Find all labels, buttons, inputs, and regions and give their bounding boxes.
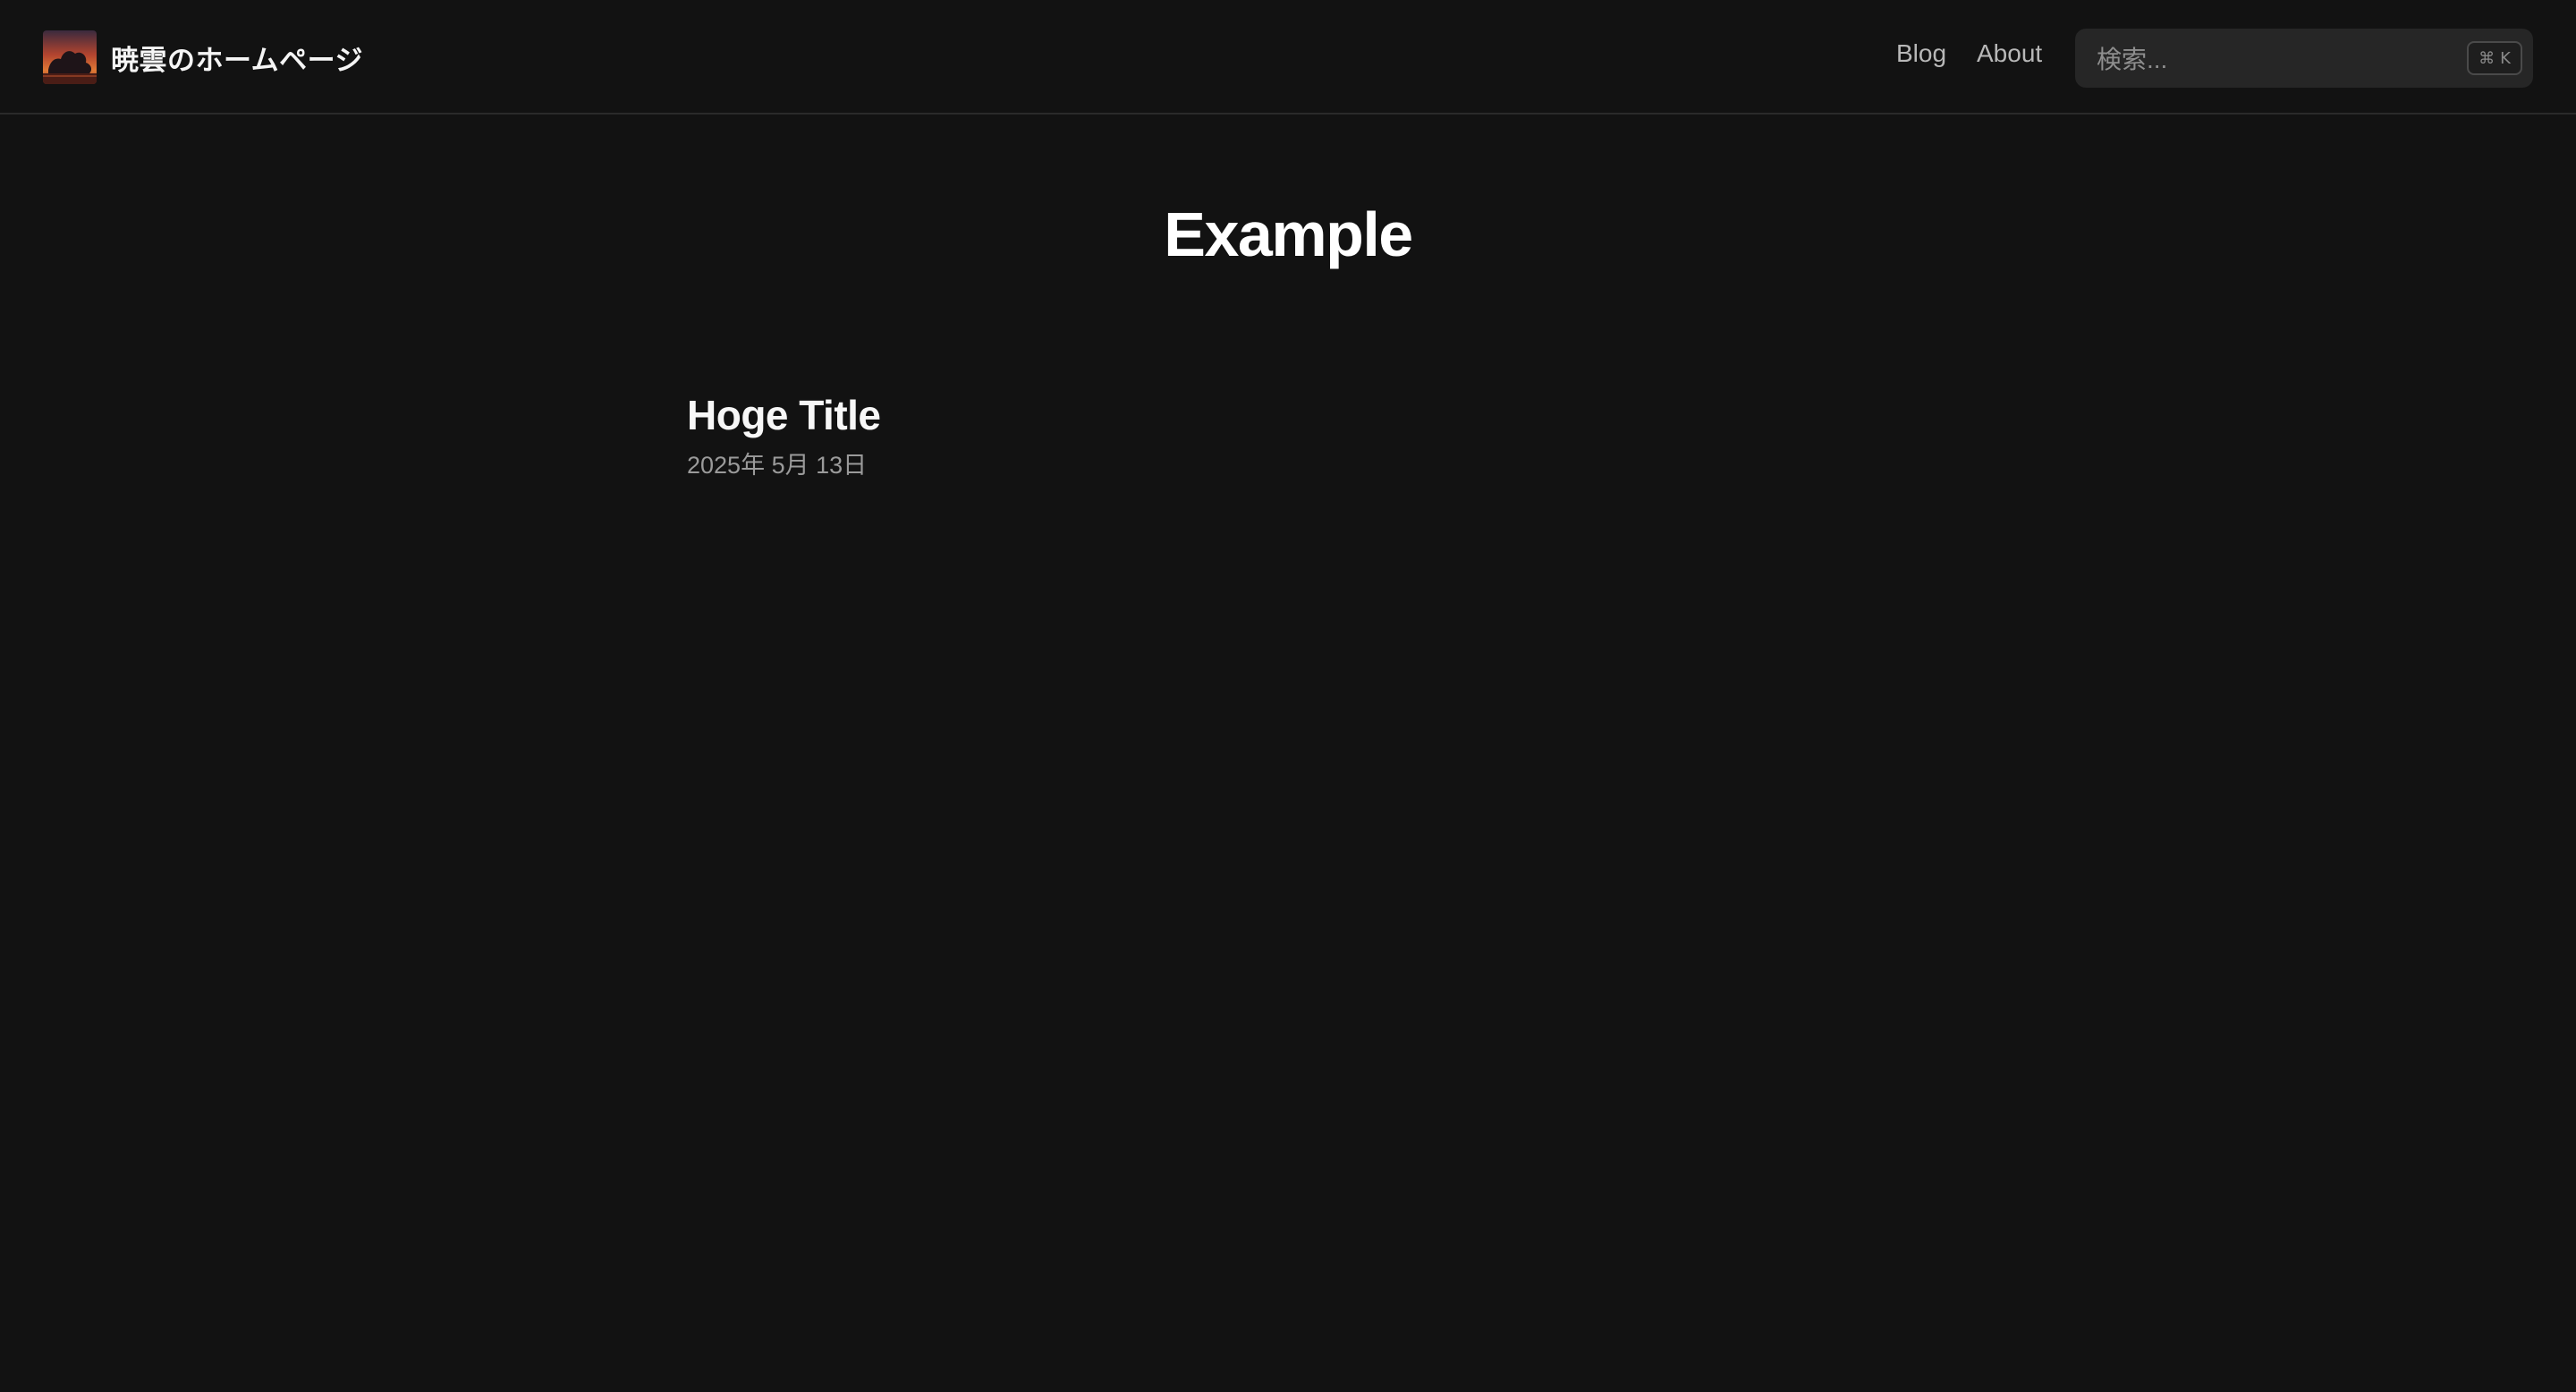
post-date: 2025年 5月 13日: [687, 452, 868, 479]
post-title[interactable]: Hoge Title: [687, 388, 1889, 442]
keyboard-shortcut-badge: ⌘ K: [2467, 41, 2522, 75]
post-list-item[interactable]: Hoge Title 2025年 5月 13日: [687, 388, 1889, 481]
nav-link-blog[interactable]: Blog: [1896, 39, 1946, 68]
home-link[interactable]: 暁雲のホームページ: [43, 30, 363, 85]
search-input[interactable]: 検索... ⌘ K: [2075, 29, 2533, 88]
command-key-icon: ⌘: [2479, 48, 2496, 68]
search-placeholder: 検索...: [2097, 46, 2168, 73]
nav-link-about[interactable]: About: [1977, 39, 2042, 68]
shortcut-key: K: [2500, 48, 2511, 68]
site-title: 暁雲のホームページ: [111, 44, 363, 76]
site-header: 暁雲のホームページ Blog About 検索... ⌘ K: [0, 0, 2576, 115]
sunset-cloud-logo-icon: [43, 30, 97, 84]
page-title: Example: [1164, 199, 1413, 269]
